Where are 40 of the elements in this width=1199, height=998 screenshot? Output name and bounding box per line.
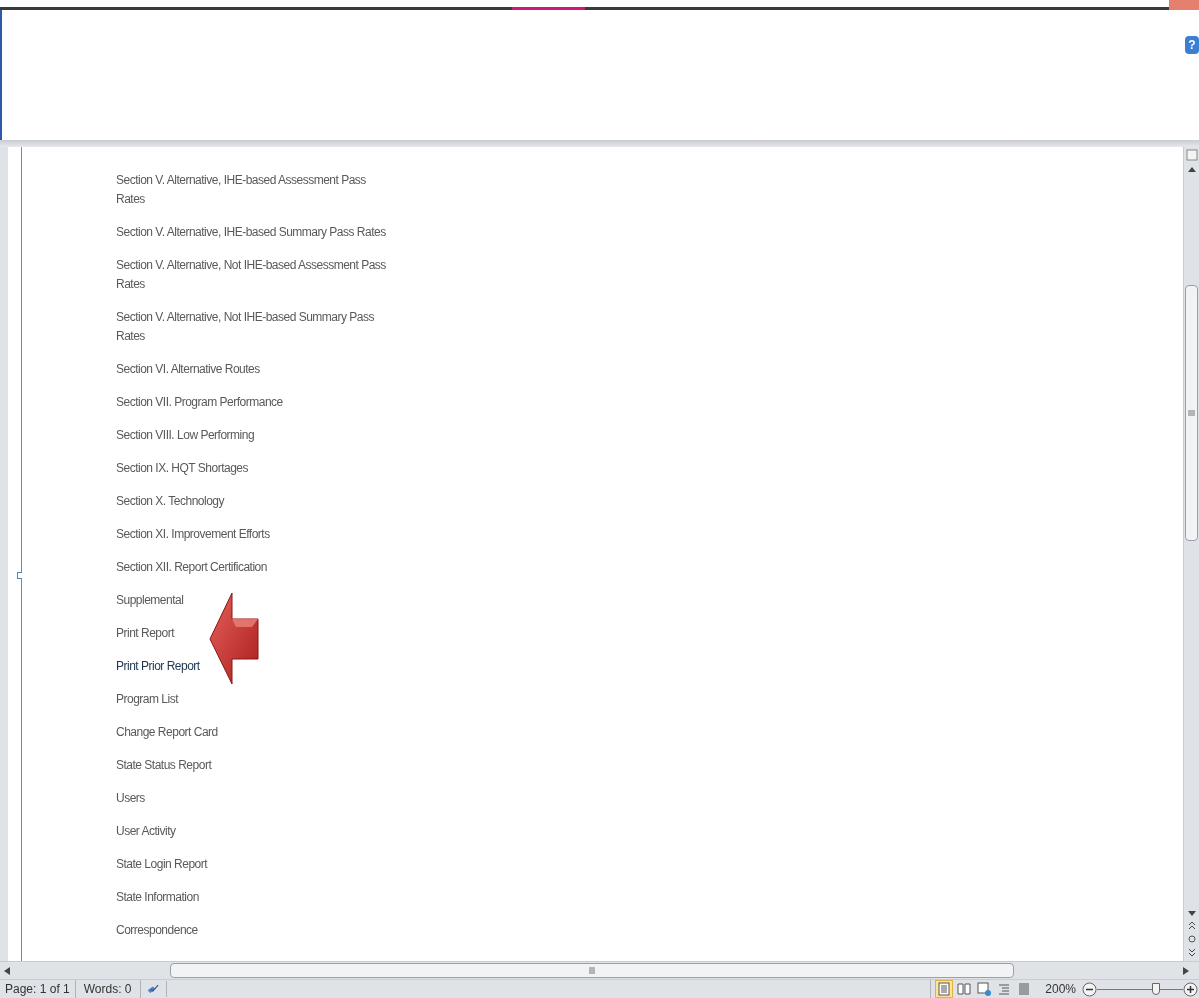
reading-view-icon[interactable]: [955, 980, 974, 998]
print-layout-icon[interactable]: [935, 980, 954, 998]
nav-link[interactable]: Print Prior Report: [116, 657, 391, 676]
nav-link[interactable]: Section V. Alternative, Not IHE-based Assessment Pass Rates: [116, 256, 391, 294]
nav-link[interactable]: Section IX. HQT Shortages: [116, 459, 391, 478]
nav-link[interactable]: Supplemental: [116, 591, 391, 610]
nav-link[interactable]: State Login Report: [116, 855, 391, 874]
horizontal-scroll-thumb[interactable]: [170, 963, 1014, 978]
vertical-scroll-thumb[interactable]: [1185, 285, 1198, 541]
nav-link[interactable]: Section XII. Report Certification: [116, 558, 391, 577]
nav-link[interactable]: Section VII. Program Performance: [116, 393, 391, 412]
nav-link[interactable]: State Status Report: [116, 756, 391, 775]
scroll-down-icon[interactable]: [1186, 909, 1197, 917]
nav-link[interactable]: Section V. Alternative, IHE-based Assessment Pass Rates: [116, 171, 391, 209]
zoom-level[interactable]: 200%: [1045, 980, 1076, 998]
nav-link[interactable]: User Activity: [116, 822, 391, 841]
nav-link[interactable]: Users: [116, 789, 391, 808]
next-page-icon[interactable]: [1187, 947, 1196, 957]
nav-link[interactable]: Section V. Alternative, Not IHE-based Summary Pass Rates: [116, 308, 391, 346]
zoom-out-icon[interactable]: [1082, 981, 1097, 997]
word-count[interactable]: Words: 0: [75, 980, 141, 998]
arrow-icon: [208, 591, 260, 686]
web-layout-icon[interactable]: [975, 980, 994, 998]
nav-link[interactable]: State Information: [116, 888, 391, 907]
zoom-slider[interactable]: [1097, 981, 1183, 997]
browse-object-icon[interactable]: [1187, 934, 1196, 944]
help-button[interactable]: ?: [1185, 36, 1199, 54]
nav-link[interactable]: Correspondence: [116, 921, 391, 940]
zoom-in-icon[interactable]: [1183, 981, 1198, 997]
nav-link[interactable]: Print Report: [116, 624, 391, 643]
nav-link[interactable]: Section V. Alternative, IHE-based Summary Pass Rates: [116, 223, 391, 242]
nav-link[interactable]: Section VI. Alternative Routes: [116, 360, 391, 379]
nav-link[interactable]: Program List: [116, 690, 391, 709]
nav-link[interactable]: Section VIII. Low Performing: [116, 426, 391, 445]
nav-link[interactable]: Section X. Technology: [116, 492, 391, 511]
page-count[interactable]: Page: 1 of 1: [0, 980, 76, 998]
scroll-up-icon[interactable]: [1186, 165, 1197, 175]
nav-link[interactable]: Section XI. Improvement Efforts: [116, 525, 391, 544]
previous-page-icon[interactable]: [1187, 921, 1196, 931]
nav-link[interactable]: Change Report Card: [116, 723, 391, 742]
